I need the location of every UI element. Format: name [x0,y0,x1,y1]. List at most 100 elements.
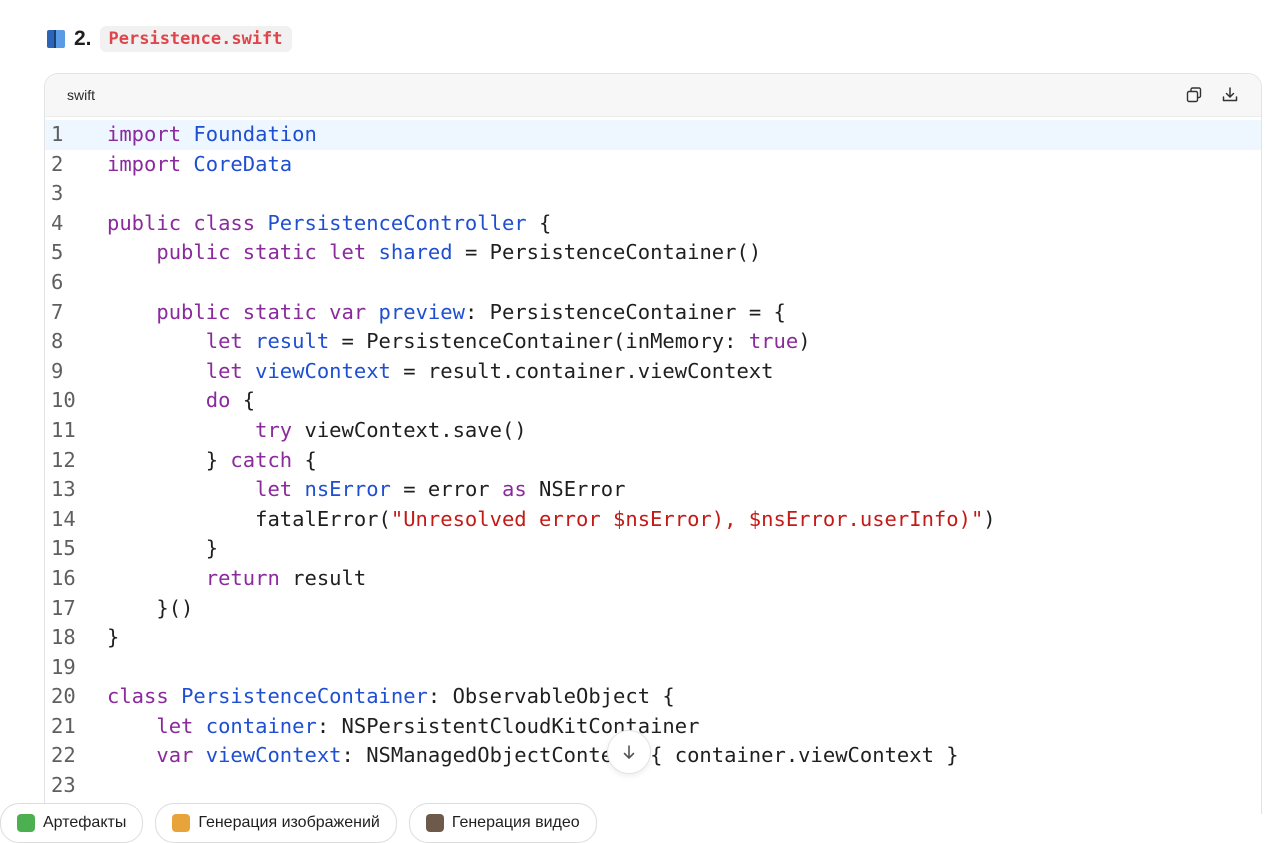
code-token: as [501,477,527,502]
code-language-label: swift [67,87,95,103]
code-token: let [205,358,243,383]
code-text: return result [107,564,366,594]
code-token: container [205,713,317,738]
code-token: ) [798,329,811,354]
line-number: 6 [51,269,64,294]
section-number: 2. [74,27,92,50]
download-icon[interactable] [1221,86,1239,104]
code-line: 4 public class PersistenceController { [45,209,1261,239]
code-text: public static let shared = PersistenceCo… [107,238,761,268]
code-token: { [292,447,317,472]
film-icon [425,814,444,832]
scroll-down-button[interactable] [607,730,651,774]
code-text: public class PersistenceController { [107,209,551,239]
code-text: } [107,534,218,564]
code-token: ) [983,506,996,531]
line-number: 12 [51,447,76,472]
code-token: CoreData [193,151,293,176]
code-token: return [205,565,280,590]
code-token: public static var [156,299,367,324]
code-token: nsError [304,477,391,502]
code-token: = PersistenceContainer() [452,240,762,265]
copy-icon[interactable] [1185,86,1203,104]
code-token: class [107,684,169,709]
code-line: 15 } [45,534,1261,564]
line-number: 15 [51,536,76,561]
code-token: : PersistenceContainer = { [464,299,786,324]
code-token: public static let [156,240,367,265]
palette-icon [172,814,191,832]
chip-palette[interactable]: Генерация изображений [155,803,397,843]
code-line: 19 [45,653,1261,683]
code-text: }() [107,594,193,624]
line-number: 17 [51,595,76,620]
code-text: } catch { [107,446,317,476]
line-number: 22 [51,743,76,768]
code-token: { [230,388,256,413]
code-token: Foundation [193,122,317,146]
code-token: viewContext [205,743,342,768]
code-token: result [279,565,367,590]
line-number: 2 [51,151,64,176]
code-line: 2 import CoreData [45,150,1261,180]
chip-puzzle[interactable]: Артефакты [0,803,144,843]
code-line: 14 fatalError("Unresolved error $nsError… [45,505,1261,535]
chip-label: Генерация изображений [198,814,380,831]
code-text: public static var preview: PersistenceCo… [107,298,786,328]
code-text: class PersistenceContainer: ObservableOb… [107,682,675,712]
chip-film[interactable]: Генерация видео [408,803,597,843]
section-heading: 2. Persistence.swift [46,24,292,54]
code-token: = result.container.viewContext [390,358,774,383]
code-line: 10 do { [45,386,1261,416]
code-line: 13 let nsError = error as NSError [45,475,1261,505]
code-token: } [107,536,219,561]
line-number: 9 [51,358,64,383]
code-actions [1185,86,1239,104]
code-token: let [156,713,194,738]
line-number: 8 [51,329,64,354]
line-number: 23 [51,773,76,798]
code-line: 18} [45,623,1261,653]
filename-code: Persistence.swift [99,26,292,52]
blue-book-icon [46,29,66,49]
suggestion-chips: Артефакты Генерация изображений Генерация … [0,803,597,843]
code-text: let viewContext = result.container.viewC… [107,357,774,387]
code-line: 3 [45,179,1261,209]
code-body[interactable]: 1 import Foundation 2 import CoreData 3 4 publ… [45,117,1261,801]
code-token: let [205,329,243,354]
code-text: let result = PersistenceContainer(inMemo… [107,327,811,357]
code-line: 20 class PersistenceContainer: Observable… [45,682,1261,712]
code-token: import [107,151,182,176]
code-text: let container: NSPersistentCloudKitConta… [107,712,699,742]
code-token: } [107,447,231,472]
line-number: 13 [51,477,76,502]
code-line: 12 } catch { [45,446,1261,476]
line-number: 16 [51,565,76,590]
code-text: import CoreData [107,150,292,180]
code-block: swift 1 import Foundation 2 import CoreData… [44,73,1262,814]
code-token: catch [230,447,293,472]
line-number: 20 [51,684,76,709]
code-token: preview [378,299,465,324]
code-text: do { [107,386,255,416]
code-token: } [107,625,120,650]
code-token: fatalError( [107,506,391,531]
puzzle-icon [17,814,35,832]
code-token: PersistenceController [267,210,527,235]
line-number: 21 [51,713,76,738]
code-line: 16 return result [45,564,1261,594]
